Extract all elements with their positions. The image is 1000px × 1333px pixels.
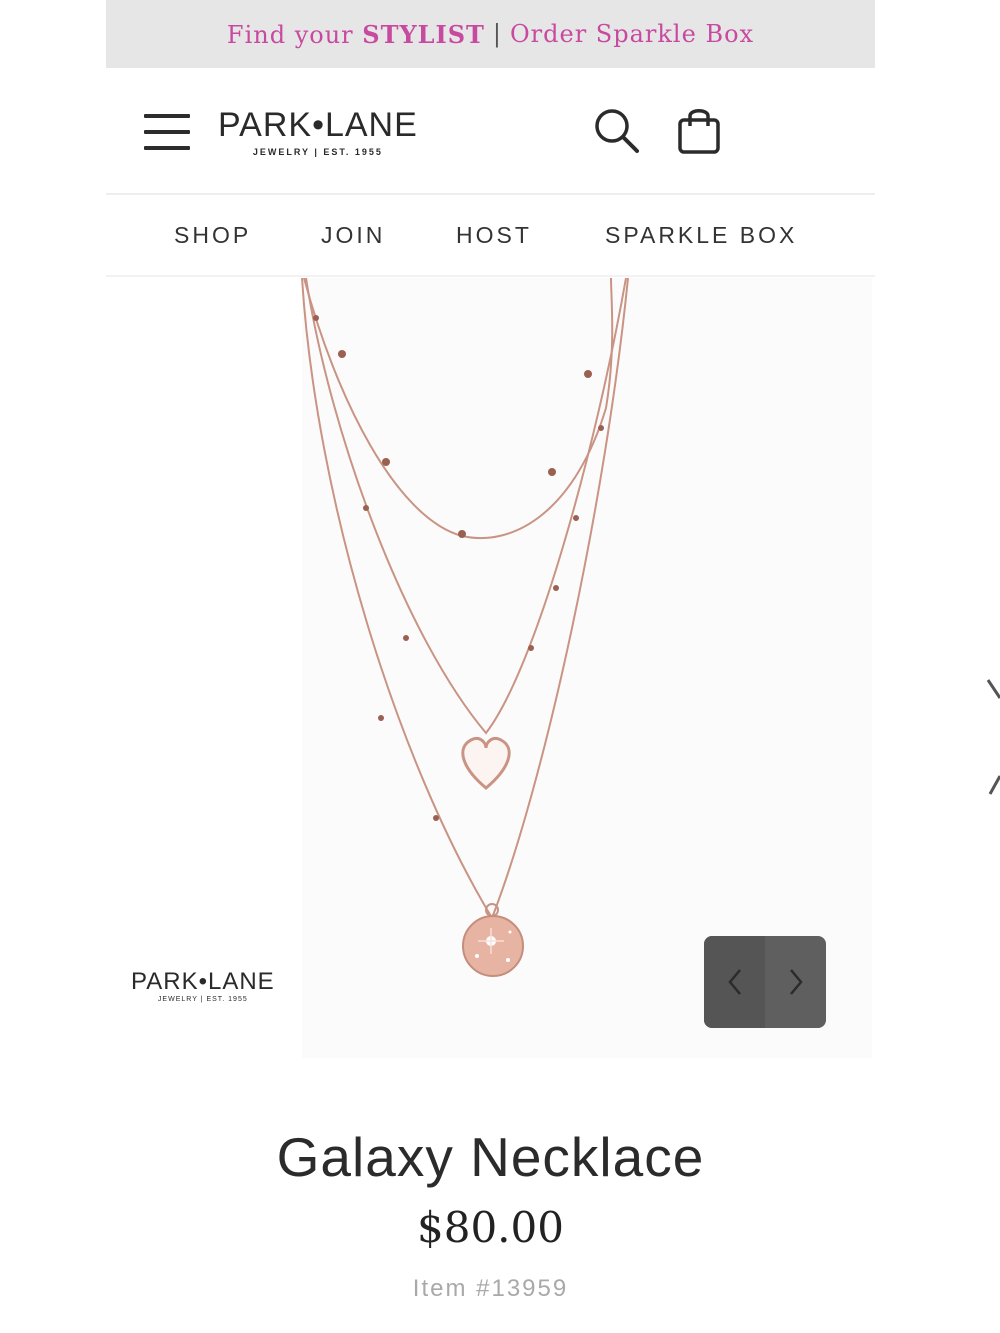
carousel-prev-button[interactable] (704, 936, 765, 1028)
find-stylist-emphasis: STYLIST (362, 19, 485, 49)
nav-item-host[interactable]: HOST (456, 222, 532, 249)
heart-pendant (461, 736, 511, 790)
chevron-right-icon (789, 969, 803, 995)
next-slide-peek-chevron-icon[interactable] (984, 676, 1000, 796)
logo-tagline: JEWELRY | EST. 1955 (252, 147, 383, 157)
watermark-name: PARK•LANE (131, 968, 275, 995)
gallery-watermark-logo: PARK•LANE JEWELRY | EST. 1955 (131, 968, 275, 1003)
watermark-tagline: JEWELRY | EST. 1955 (157, 996, 248, 1003)
product-image-carousel[interactable]: PARK•LANE JEWELRY | EST. 1955 (106, 278, 875, 1058)
search-icon[interactable] (592, 106, 642, 156)
order-sparkle-box-link[interactable]: Order Sparkle Box (510, 20, 754, 48)
site-logo[interactable]: PARK•LANE JEWELRY | EST. 1955 (218, 106, 418, 157)
hamburger-menu-icon[interactable] (144, 114, 190, 154)
site-header: PARK•LANE JEWELRY | EST. 1955 (106, 68, 875, 195)
product-title: Galaxy Necklace (276, 1126, 705, 1188)
nav-item-sparkle-box[interactable]: SPARKLE BOX (605, 222, 797, 249)
carousel-controls (704, 936, 826, 1028)
find-stylist-link[interactable]: Find your STYLIST (227, 20, 485, 49)
find-stylist-prefix: Find your (226, 20, 363, 49)
shopping-bag-icon[interactable] (676, 106, 722, 156)
main-nav: SHOP JOIN HOST SPARKLE BOX (106, 195, 875, 277)
promo-separator: | (492, 20, 502, 48)
chevron-left-icon (727, 969, 741, 995)
nav-item-join[interactable]: JOIN (321, 222, 385, 249)
product-item-number: Item #13959 (412, 1275, 569, 1302)
product-price: $80.00 (417, 1203, 564, 1252)
logo-name: PARK•LANE (218, 106, 418, 144)
carousel-next-button[interactable] (765, 936, 826, 1028)
nav-item-shop[interactable]: SHOP (174, 222, 251, 249)
product-page: Find your STYLIST | Order Sparkle Box PA… (106, 0, 875, 1333)
promo-bar: Find your STYLIST | Order Sparkle Box (106, 0, 875, 68)
